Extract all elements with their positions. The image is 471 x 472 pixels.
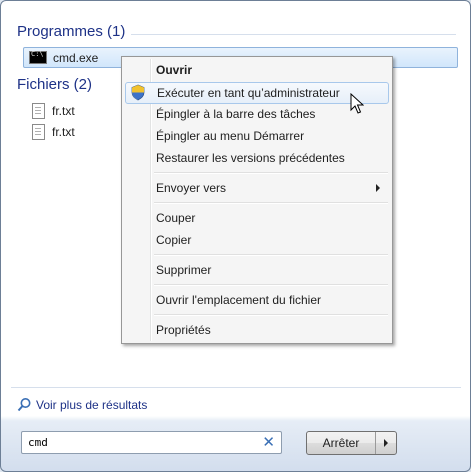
menu-item-send-to[interactable]: Envoyer vers: [125, 178, 389, 198]
submenu-arrow-icon: [376, 184, 380, 192]
chevron-right-icon: [384, 439, 388, 447]
stop-button[interactable]: Arrêter: [306, 431, 397, 455]
menu-separator: [154, 202, 388, 204]
result-label: fr.txt: [52, 125, 75, 139]
see-more-label: Voir plus de résultats: [36, 397, 148, 412]
search-input[interactable]: [26, 435, 263, 450]
files-group-title: Fichiers (2): [17, 76, 93, 93]
stop-options-arrow[interactable]: [375, 432, 396, 454]
text-file-icon: [32, 124, 45, 140]
group-divider: [131, 34, 456, 35]
stop-button-label[interactable]: Arrêter: [307, 432, 375, 454]
menu-separator: [154, 254, 388, 256]
menu-separator: [154, 284, 388, 286]
programs-group-title: Programmes (1): [17, 23, 126, 40]
search-input-box[interactable]: ✕: [21, 431, 282, 454]
menu-item-delete[interactable]: Supprimer: [125, 260, 389, 280]
menu-item-copy[interactable]: Copier: [125, 230, 389, 250]
text-file-icon: [32, 103, 45, 119]
magnifier-icon: [17, 398, 31, 412]
mouse-pointer-icon: [350, 93, 364, 114]
result-label: fr.txt: [52, 104, 75, 118]
menu-item-pin-start[interactable]: Épingler au menu Démarrer: [125, 126, 389, 146]
menu-item-open[interactable]: Ouvrir: [125, 60, 389, 80]
footer-divider: [11, 387, 461, 388]
clear-search-icon[interactable]: ✕: [262, 435, 275, 450]
menu-separator: [154, 172, 388, 174]
menu-item-cut[interactable]: Couper: [125, 208, 389, 228]
menu-item-properties[interactable]: Propriétés: [125, 320, 389, 340]
cmd-icon: [29, 50, 47, 64]
uac-shield-icon: [131, 84, 145, 101]
result-label: cmd.exe: [53, 50, 99, 65]
menu-separator: [154, 314, 388, 316]
menu-item-open-location[interactable]: Ouvrir l'emplacement du fichier: [125, 290, 389, 310]
see-more-results-link[interactable]: Voir plus de résultats: [17, 397, 147, 412]
menu-item-restore-versions[interactable]: Restaurer les versions précédentes: [125, 148, 389, 168]
